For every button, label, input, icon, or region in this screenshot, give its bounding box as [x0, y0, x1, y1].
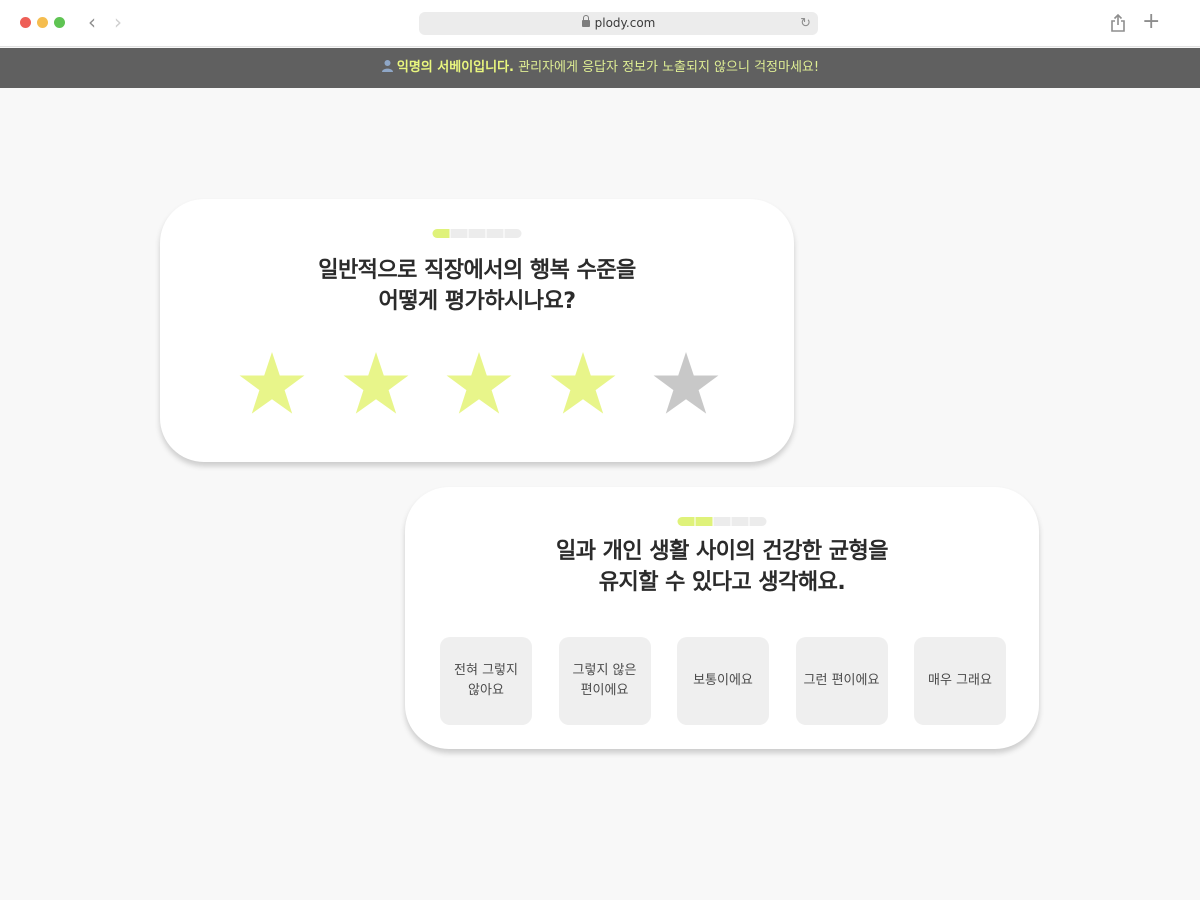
answer-option-label: 보통이에요: [693, 671, 753, 691]
answer-option-label: 그런 편이에요: [804, 671, 880, 691]
answer-option-label-line: 않아요: [468, 683, 504, 698]
answer-option-button[interactable]: 그런 편이에요: [795, 637, 888, 725]
back-icon[interactable]: ‹: [81, 11, 103, 35]
reload-icon[interactable]: ↻: [800, 14, 811, 33]
progress-segment: [504, 229, 522, 238]
progress-segment: [695, 517, 713, 526]
minimize-window-button[interactable]: [37, 17, 48, 28]
question-title-line: 어떻게 평가하시나요?: [378, 289, 576, 314]
star-filled-icon[interactable]: [446, 352, 512, 414]
progress-segment: [731, 517, 749, 526]
star-rating: [239, 352, 719, 418]
question-progress: [677, 517, 767, 526]
answer-option-button[interactable]: 보통이에요: [677, 637, 769, 725]
question-title: 일반적으로 직장에서의 행복 수준을 어떻게 평가하시나요?: [160, 255, 794, 317]
progress-segment: [713, 517, 731, 526]
answer-option-button[interactable]: 매우 그래요: [914, 637, 1006, 725]
star-filled-icon[interactable]: [239, 352, 305, 414]
progress-segment: [432, 229, 450, 238]
star-empty-icon[interactable]: [653, 352, 719, 414]
star-filled-icon[interactable]: [550, 352, 616, 414]
answer-options: 전혀 그렇지않아요 그렇지 않은편이에요 보통이에요 그런 편이에요 매우 그래요: [440, 637, 1006, 725]
answer-option-label-line: 편이에요: [580, 683, 629, 698]
progress-segment: [677, 517, 695, 526]
banner-strong-text: 익명의 서베이입니다.: [396, 60, 514, 75]
question-card-rating: 일반적으로 직장에서의 행복 수준을 어떻게 평가하시나요?: [160, 199, 794, 462]
banner-text: 관리자에게 응답자 정보가 노출되지 않으니 걱정마세요!: [514, 60, 820, 75]
answer-option-button[interactable]: 그렇지 않은편이에요: [558, 637, 651, 725]
answer-option-label-line: 그렇지 않은: [572, 663, 637, 678]
browser-toolbar: ‹ › plody.com ↻ +: [0, 0, 1200, 47]
url-text: plody.com: [594, 16, 656, 30]
question-progress: [432, 229, 522, 238]
share-icon[interactable]: [1109, 13, 1127, 33]
answer-option-label: 그렇지 않은편이에요: [573, 661, 637, 701]
person-icon: [381, 60, 393, 72]
question-card-agreement: 일과 개인 생활 사이의 건강한 균형을 유지할 수 있다고 생각해요. 전혀 …: [405, 487, 1039, 749]
address-bar[interactable]: plody.com ↻: [419, 12, 818, 35]
question-title-line: 일과 개인 생활 사이의 건강한 균형을: [556, 539, 888, 564]
question-title-line: 일반적으로 직장에서의 행복 수준을: [318, 258, 636, 283]
answer-option-label-line: 전혀 그렇지: [454, 663, 518, 678]
zoom-window-button[interactable]: [54, 17, 65, 28]
answer-option-button[interactable]: 전혀 그렇지않아요: [440, 637, 532, 725]
answer-option-label-line: 보통이에요: [693, 673, 753, 688]
progress-segment: [486, 229, 504, 238]
lock-icon: [581, 15, 590, 27]
new-tab-icon[interactable]: +: [1142, 9, 1160, 35]
answer-option-label: 매우 그래요: [928, 671, 992, 691]
close-window-button[interactable]: [20, 17, 31, 28]
answer-option-label: 전혀 그렇지않아요: [454, 661, 518, 701]
forward-icon[interactable]: ›: [107, 11, 129, 35]
answer-option-label-line: 매우 그래요: [928, 673, 992, 688]
question-title-line: 유지할 수 있다고 생각해요.: [598, 570, 846, 595]
progress-segment: [468, 229, 486, 238]
progress-segment: [450, 229, 468, 238]
question-title: 일과 개인 생활 사이의 건강한 균형을 유지할 수 있다고 생각해요.: [405, 536, 1039, 598]
star-filled-icon[interactable]: [343, 352, 409, 414]
anonymous-banner: 익명의 서베이입니다. 관리자에게 응답자 정보가 노출되지 않으니 걱정마세요…: [0, 48, 1200, 88]
progress-segment: [749, 517, 767, 526]
answer-option-label-line: 그런 편이에요: [803, 673, 880, 688]
